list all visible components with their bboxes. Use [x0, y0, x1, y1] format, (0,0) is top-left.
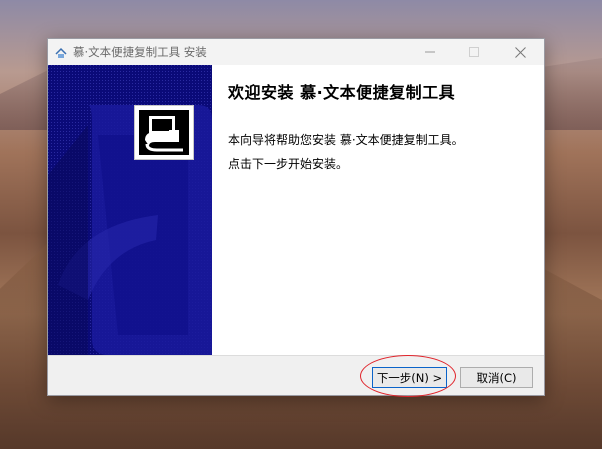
cancel-button[interactable]: 取消(C) — [460, 367, 533, 388]
installer-window: 慕·文本便捷复制工具 安装 欢迎安装 慕·文本便捷复制工具 本向导将帮助您安装 … — [47, 38, 545, 396]
maximize-icon — [469, 47, 479, 57]
welcome-heading: 欢迎安装 慕·文本便捷复制工具 — [228, 83, 456, 102]
installer-icon — [54, 45, 68, 59]
title-bar[interactable]: 慕·文本便捷复制工具 安装 — [48, 39, 544, 65]
wizard-banner-image — [48, 65, 212, 355]
minimize-icon — [425, 51, 435, 53]
next-button[interactable]: 下一步(N) > — [372, 367, 447, 388]
instruction-text: 点击下一步开始安装。 — [228, 157, 349, 171]
close-button[interactable] — [498, 39, 542, 65]
description-text: 本向导将帮助您安装 慕·文本便捷复制工具。 — [228, 133, 464, 147]
maximize-button[interactable] — [452, 39, 496, 65]
product-logo-icon — [134, 105, 194, 160]
button-bar: 下一步(N) > 取消(C) — [48, 355, 544, 395]
minimize-button[interactable] — [408, 39, 452, 65]
window-title: 慕·文本便捷复制工具 安装 — [73, 45, 207, 59]
close-icon — [514, 46, 526, 58]
